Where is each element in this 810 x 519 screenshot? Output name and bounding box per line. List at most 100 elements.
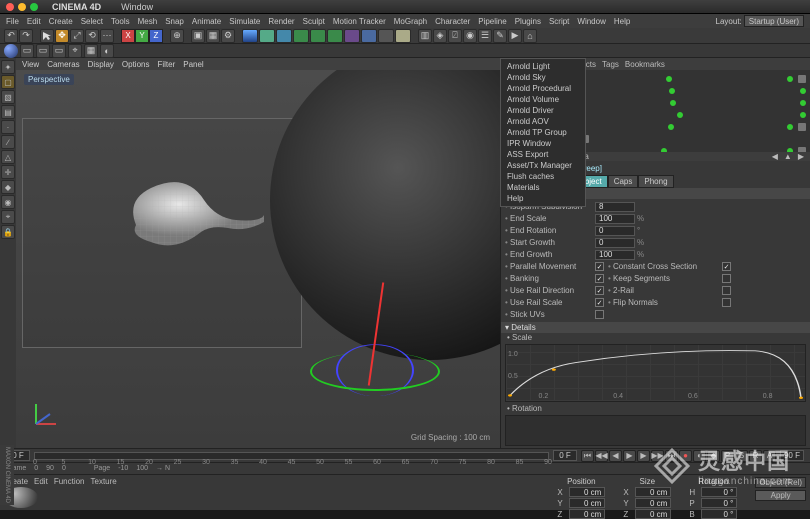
menu-script[interactable]: Script xyxy=(549,17,569,26)
motion-button[interactable]: ▶ xyxy=(508,29,522,43)
workplane-mode-button[interactable]: ▤ xyxy=(1,105,15,119)
deformer-button[interactable] xyxy=(344,29,360,43)
plugin-item[interactable]: Arnold TP Group xyxy=(501,127,585,138)
sel-filter-2[interactable]: ▭ xyxy=(36,44,50,58)
light-button[interactable] xyxy=(395,29,411,43)
visibility-editor-dot[interactable] xyxy=(670,100,676,106)
plugin-item[interactable]: IPR Window xyxy=(501,138,585,149)
workplane-toggle[interactable]: ▦ xyxy=(84,44,98,58)
phong-tag-icon[interactable] xyxy=(798,123,806,131)
vp-menu-panel[interactable]: Panel xyxy=(183,60,203,69)
end-growth-input[interactable]: 100 xyxy=(595,250,635,260)
plugins-submenu[interactable]: Arnold Light Arnold Sky Arnold Procedura… xyxy=(500,58,586,207)
plugin-item[interactable]: ASS Export xyxy=(501,149,585,160)
tweak-mode-button[interactable]: ◆ xyxy=(1,180,15,194)
visibility-render-dot[interactable] xyxy=(800,112,806,118)
parallel-movement-checkbox[interactable] xyxy=(595,262,604,271)
render-settings-button[interactable]: ⚙ xyxy=(221,29,235,43)
window-close-button[interactable] xyxy=(6,3,14,11)
visibility-render-dot[interactable] xyxy=(787,148,793,152)
prev-key-button[interactable]: ◀◀ xyxy=(595,450,608,462)
live-select-tool[interactable] xyxy=(40,29,54,43)
snap-toggle[interactable]: ⌖ xyxy=(68,44,82,58)
window-minimize-button[interactable] xyxy=(18,3,26,11)
autokey-button[interactable]: ◐ xyxy=(693,450,706,462)
visibility-render-dot[interactable] xyxy=(800,100,806,106)
visibility-editor-dot[interactable] xyxy=(677,112,683,118)
phong-tag-icon[interactable] xyxy=(798,75,806,83)
generator-subdiv-button[interactable] xyxy=(327,29,343,43)
visibility-editor-dot[interactable] xyxy=(666,76,672,82)
vp-menu-view[interactable]: View xyxy=(22,60,39,69)
axis-y-toggle[interactable]: Y xyxy=(135,29,149,43)
coord-mode-dropdown[interactable]: Object (Rel) xyxy=(755,477,806,488)
plugin-item[interactable]: Arnold Driver xyxy=(501,105,585,116)
next-key-button[interactable]: ▶▶ xyxy=(651,450,664,462)
menu-tools[interactable]: Tools xyxy=(111,17,130,26)
polygon-mode-button[interactable]: △ xyxy=(1,150,15,164)
flip-normals-checkbox[interactable] xyxy=(722,298,731,307)
redo-button[interactable]: ↷ xyxy=(19,29,33,43)
rail-scale-checkbox[interactable] xyxy=(595,298,604,307)
menu-help[interactable]: Help xyxy=(614,17,630,26)
plugin-item[interactable]: Arnold Volume xyxy=(501,94,585,105)
size-y-input[interactable]: 0 cm xyxy=(635,498,671,508)
menu-character[interactable]: Character xyxy=(435,17,470,26)
start-growth-input[interactable]: 0 xyxy=(595,238,635,248)
om-menu-bookmarks[interactable]: Bookmarks xyxy=(625,60,665,69)
plugin-item[interactable]: Asset/Tx Manager xyxy=(501,160,585,171)
render-view-button[interactable]: ▣ xyxy=(191,29,205,43)
mat-menu-texture[interactable]: Texture xyxy=(91,477,117,486)
pos-y-input[interactable]: 0 cm xyxy=(569,498,605,508)
character-button[interactable]: ☰ xyxy=(478,29,492,43)
rail-direction-checkbox[interactable] xyxy=(595,286,604,295)
axis-mode-button[interactable]: ✛ xyxy=(1,165,15,179)
axis-z-toggle[interactable]: Z xyxy=(149,29,163,43)
content-browser-button[interactable]: ⌂ xyxy=(523,29,537,43)
scale-key-button[interactable]: S xyxy=(735,450,748,462)
environment-button[interactable] xyxy=(361,29,377,43)
point-mode-button[interactable]: · xyxy=(1,120,15,134)
menu-pipeline[interactable]: Pipeline xyxy=(478,17,506,26)
end-rotation-input[interactable]: 0 xyxy=(595,226,635,236)
coord-system-toggle[interactable]: ⊕ xyxy=(170,29,184,43)
timeline-end-field[interactable]: 90 F xyxy=(780,450,804,461)
menu-sculpt[interactable]: Sculpt xyxy=(303,17,325,26)
menu-render[interactable]: Render xyxy=(268,17,294,26)
menu-select[interactable]: Select xyxy=(81,17,103,26)
two-rail-checkbox[interactable] xyxy=(722,286,731,295)
texture-mode-button[interactable]: ▧ xyxy=(1,90,15,104)
end-scale-input[interactable]: 100 xyxy=(595,214,635,224)
isoparm-input[interactable]: 8 xyxy=(595,202,635,212)
plugin-item[interactable]: Flush caches xyxy=(501,171,585,182)
snap-enable-button[interactable]: ⌖ xyxy=(1,210,15,224)
pos-x-input[interactable]: 0 cm xyxy=(569,487,605,497)
om-menu-tags[interactable]: Tags xyxy=(602,60,619,69)
visibility-render-dot[interactable] xyxy=(787,124,793,130)
mograph-effector-button[interactable]: ◈ xyxy=(433,29,447,43)
mograph-cloner-button[interactable]: ▥ xyxy=(418,29,432,43)
goto-start-button[interactable]: ⏮ xyxy=(581,450,594,462)
constant-cross-checkbox[interactable] xyxy=(722,262,731,271)
visibility-render-dot[interactable] xyxy=(800,88,806,94)
rot-key-button[interactable]: R xyxy=(749,450,762,462)
primitive-cube-button[interactable] xyxy=(242,29,258,43)
sculpt-button[interactable]: ✎ xyxy=(493,29,507,43)
keyframe-sel-button[interactable]: ◆ xyxy=(707,450,720,462)
vp-menu-cameras[interactable]: Cameras xyxy=(47,60,79,69)
menu-animate[interactable]: Animate xyxy=(192,17,221,26)
menu-plugins[interactable]: Plugins xyxy=(515,17,541,26)
vp-menu-filter[interactable]: Filter xyxy=(157,60,175,69)
visibility-editor-dot[interactable] xyxy=(668,124,674,130)
plugin-item[interactable]: Materials xyxy=(501,182,585,193)
menu-window[interactable]: Window xyxy=(577,17,605,26)
plugin-item[interactable]: Arnold Sky xyxy=(501,72,585,83)
axis-x-toggle[interactable]: X xyxy=(121,29,135,43)
visibility-editor-dot[interactable] xyxy=(669,88,675,94)
locked-workplane-button[interactable]: 🔒 xyxy=(1,225,15,239)
mat-menu-function[interactable]: Function xyxy=(54,477,85,486)
rot-h-input[interactable]: 0 ° xyxy=(701,487,737,497)
rot-p-input[interactable]: 0 ° xyxy=(701,498,737,508)
next-frame-button[interactable]: ▶ xyxy=(637,450,650,462)
param-key-button[interactable]: A xyxy=(763,450,776,462)
